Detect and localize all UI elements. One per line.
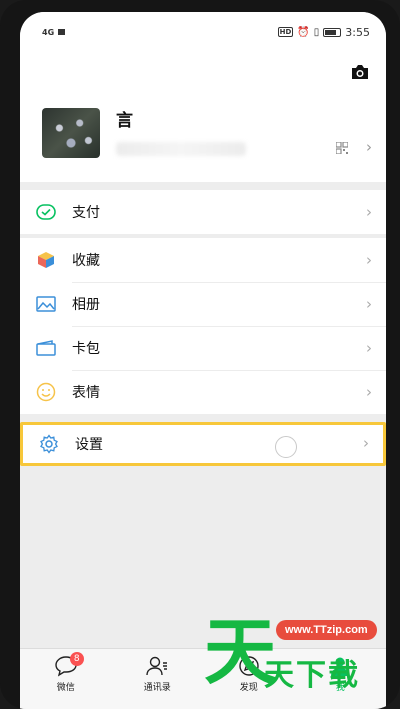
wechat-pay-icon <box>36 202 56 222</box>
tab-chats[interactable]: 8 微信 <box>20 649 112 709</box>
menu-item-cards[interactable]: 卡包 › <box>20 326 386 370</box>
phone-frame: 4G HD ⏰ ▯ 3:55 言 › 支付 › 收藏 › 相册 › 卡包 › 表… <box>0 0 400 709</box>
vibrate-icon: ▯ <box>313 26 320 38</box>
menu-item-label: 收藏 <box>72 253 100 269</box>
watermark-logo: 天 www.TTzip.com 天下载 <box>200 612 380 702</box>
menu-item-pay[interactable]: 支付 › <box>20 190 386 234</box>
tab-contacts[interactable]: 通讯录 <box>112 649 204 709</box>
signal-icon: 4G <box>42 27 55 37</box>
chevron-right-icon: › <box>366 339 372 357</box>
screen: 4G HD ⏰ ▯ 3:55 言 › 支付 › 收藏 › 相册 › 卡包 › 表… <box>20 12 386 709</box>
alarm-icon: ⏰ <box>297 26 310 38</box>
menu-item-label: 支付 <box>72 205 100 221</box>
chevron-right-icon: › <box>366 203 372 221</box>
chevron-right-icon: › <box>366 138 372 156</box>
watermark-text: 天下载 <box>264 658 360 693</box>
hd-icon: HD <box>277 27 294 37</box>
menu-item-label: 设置 <box>75 437 103 453</box>
chevron-right-icon: › <box>363 434 369 452</box>
avatar[interactable] <box>42 108 100 158</box>
contacts-icon <box>146 656 168 676</box>
smiley-icon <box>36 382 56 402</box>
qr-code-icon[interactable] <box>336 142 348 154</box>
menu-item-label: 卡包 <box>72 341 100 357</box>
touch-indicator <box>275 436 297 458</box>
battery-icon <box>323 27 342 37</box>
menu-item-album[interactable]: 相册 › <box>20 282 386 326</box>
menu-item-favorites[interactable]: 收藏 › <box>20 238 386 282</box>
chevron-right-icon: › <box>366 383 372 401</box>
menu-item-settings[interactable]: 设置 › <box>23 425 383 463</box>
tab-label: 微信 <box>56 683 75 693</box>
gear-icon <box>39 434 59 454</box>
settings-highlight: 设置 › <box>20 422 386 466</box>
main-menu-section: 收藏 › 相册 › 卡包 › 表情 › <box>20 238 386 414</box>
chevron-right-icon: › <box>366 251 372 269</box>
profile-header[interactable]: 言 › <box>20 52 386 182</box>
notification-icon <box>58 29 66 35</box>
unread-badge: 8 <box>69 652 84 666</box>
watermark-url: www.TTzip.com <box>276 620 377 640</box>
menu-item-stickers[interactable]: 表情 › <box>20 370 386 414</box>
wallet-icon <box>36 338 56 358</box>
status-time: 3:55 <box>345 25 370 39</box>
tab-label: 通讯录 <box>143 683 171 693</box>
status-bar: 4G HD ⏰ ▯ 3:55 <box>20 12 386 52</box>
menu-item-label: 相册 <box>72 297 100 313</box>
wechat-id-redacted <box>116 142 246 156</box>
camera-icon[interactable] <box>350 64 370 80</box>
photo-icon <box>36 294 56 314</box>
menu-item-label: 表情 <box>72 385 100 401</box>
cube-icon <box>36 250 56 270</box>
pay-section: 支付 › <box>20 190 386 234</box>
profile-name: 言 <box>116 111 133 131</box>
chevron-right-icon: › <box>366 295 372 313</box>
